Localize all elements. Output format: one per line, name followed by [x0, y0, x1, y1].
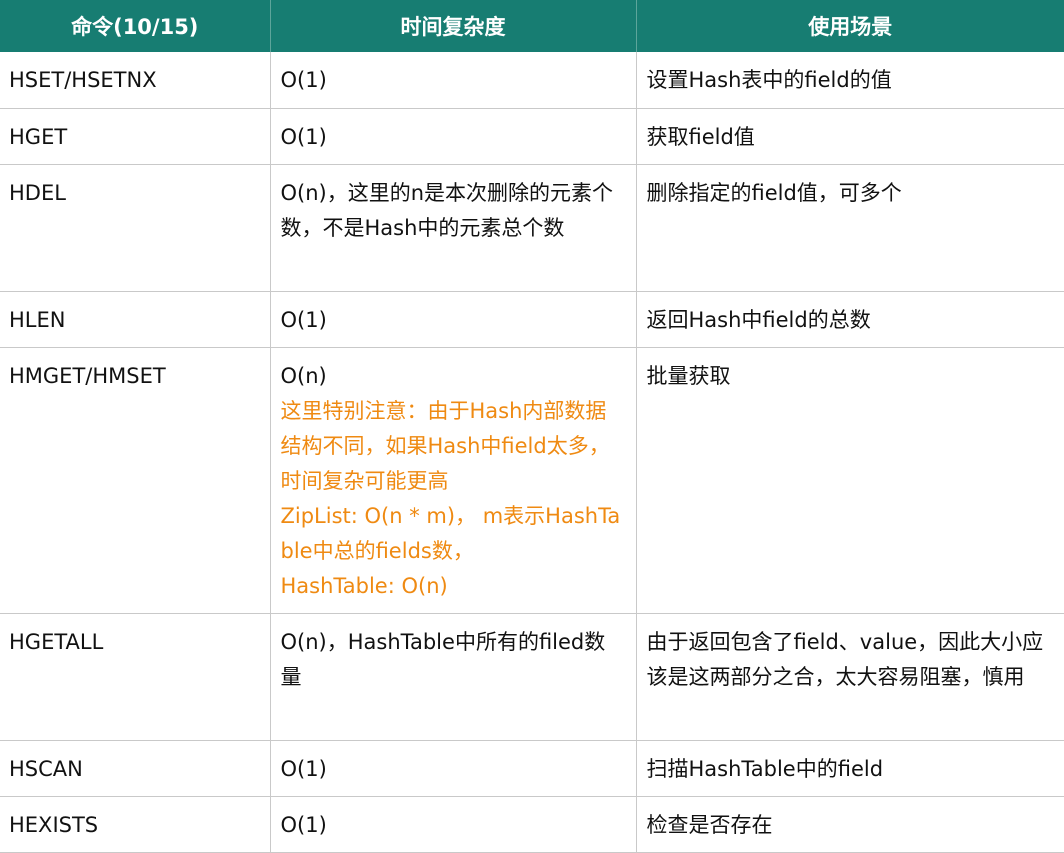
complexity-text: O(1)	[280, 307, 327, 332]
hash-commands-table: 命令(10/15) 时间复杂度 使用场景 HSET/HSETNX O(1) 设置…	[0, 0, 1064, 853]
table-row: HDEL O(n)，这里的n是本次删除的元素个数，不是Hash中的元素总个数 删…	[0, 164, 1064, 292]
complexity-cell: O(1)	[270, 291, 637, 348]
complexity-text: O(1)	[280, 812, 327, 837]
header-complexity: 时间复杂度	[270, 0, 637, 52]
complexity-cell: O(1)	[270, 796, 637, 853]
complexity-text: O(1)	[280, 68, 327, 92]
table-row: HLEN O(1) 返回Hash中field的总数	[0, 291, 1064, 348]
table-row: HGETALL O(n)，HashTable中所有的filed数量 由于返回包含…	[0, 613, 1064, 741]
header-command: 命令(10/15)	[0, 0, 271, 52]
table-body: HSET/HSETNX O(1) 设置Hash表中的field的值 HGET O…	[0, 52, 1064, 853]
usage-cell: 扫描HashTable中的field	[636, 740, 1064, 797]
command-cell: HSCAN	[0, 740, 271, 797]
complexity-text: O(n)	[280, 363, 327, 388]
header-row: 命令(10/15) 时间复杂度 使用场景	[0, 0, 1064, 52]
usage-cell: 返回Hash中field的总数	[636, 291, 1064, 348]
complexity-cell: O(1)	[270, 108, 637, 165]
table-row: HEXISTS O(1) 检查是否存在	[0, 796, 1064, 853]
complexity-text: O(n)，这里的n是本次删除的元素个数，不是Hash中的元素总个数	[280, 180, 614, 240]
command-cell: HSET/HSETNX	[0, 52, 271, 109]
complexity-text: O(n)，HashTable中所有的filed数量	[280, 629, 606, 689]
usage-cell: 删除指定的field值，可多个	[636, 164, 1064, 292]
table-row: HMGET/HMSET O(n) 这里特别注意：由于Hash内部数据结构不同，如…	[0, 347, 1064, 614]
complexity-text: O(1)	[280, 756, 327, 781]
command-cell: HDEL	[0, 164, 271, 292]
usage-cell: 获取field值	[636, 108, 1064, 165]
complexity-cell: O(n)，HashTable中所有的filed数量	[270, 613, 637, 741]
usage-cell: 批量获取	[636, 347, 1064, 614]
table-header: 命令(10/15) 时间复杂度 使用场景	[0, 0, 1064, 52]
complexity-note: 这里特别注意：由于Hash内部数据结构不同，如果Hash中field太多，时间复…	[280, 398, 621, 598]
command-cell: HEXISTS	[0, 796, 271, 853]
usage-cell: 设置Hash表中的field的值	[636, 52, 1064, 109]
table-row: HGET O(1) 获取field值	[0, 108, 1064, 165]
header-usage: 使用场景	[636, 0, 1064, 52]
complexity-cell: O(1)	[270, 740, 637, 797]
table-row: HSET/HSETNX O(1) 设置Hash表中的field的值	[0, 52, 1064, 109]
complexity-cell: O(n)，这里的n是本次删除的元素个数，不是Hash中的元素总个数	[270, 164, 637, 292]
complexity-text: O(1)	[280, 124, 327, 149]
table-row: HSCAN O(1) 扫描HashTable中的field	[0, 740, 1064, 797]
command-cell: HGETALL	[0, 613, 271, 741]
usage-cell: 由于返回包含了field、value，因此大小应该是这两部分之合，太大容易阻塞，…	[636, 613, 1064, 741]
complexity-cell: O(n) 这里特别注意：由于Hash内部数据结构不同，如果Hash中field太…	[270, 347, 637, 614]
command-cell: HGET	[0, 108, 271, 165]
command-cell: HMGET/HMSET	[0, 347, 271, 614]
command-cell: HLEN	[0, 291, 271, 348]
usage-cell: 检查是否存在	[636, 796, 1064, 853]
complexity-cell: O(1)	[270, 52, 637, 109]
